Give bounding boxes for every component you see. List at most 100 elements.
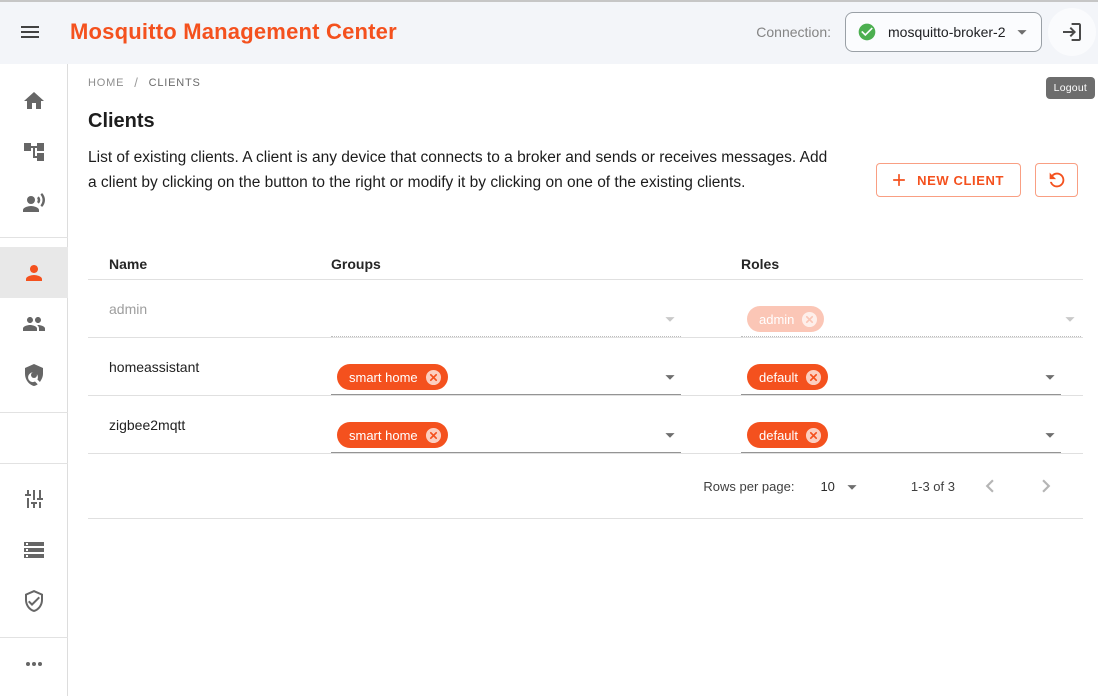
chip-delete-icon[interactable]: [424, 426, 443, 445]
roles-select[interactable]: default: [741, 407, 1061, 453]
rows-per-page-select[interactable]: 10: [820, 474, 862, 498]
chevron-down-icon: [1039, 366, 1061, 388]
person-icon: [22, 261, 46, 285]
roles-select[interactable]: default: [741, 349, 1061, 395]
chevron-down-icon: [841, 476, 863, 498]
chip-smart-home[interactable]: smart home: [337, 422, 448, 448]
breadcrumb-separator: /: [134, 75, 138, 90]
chevron-down-icon: [1039, 424, 1061, 446]
column-header-name: Name: [88, 256, 331, 272]
table-header-row: Name Groups Roles: [88, 249, 1083, 280]
chip-delete-icon[interactable]: [424, 368, 443, 387]
chevron-down-icon: [1059, 308, 1081, 330]
group-chips: smart home: [331, 364, 448, 390]
clients-table: Name Groups Roles admin admin homeass: [88, 249, 1083, 519]
refresh-button[interactable]: [1035, 163, 1078, 197]
client-name: homeassistant: [109, 359, 199, 375]
role-chips: default: [741, 364, 828, 390]
page-title: Clients: [88, 110, 1083, 133]
chevron-down-icon: [659, 308, 681, 330]
sidebar-item-topology[interactable]: [0, 126, 68, 177]
chip-delete-icon: [800, 310, 819, 329]
sidebar-item-clients[interactable]: [0, 247, 68, 298]
roles-select: admin: [741, 291, 1081, 337]
connection-label: Connection:: [756, 24, 831, 40]
sidebar-item-roles[interactable]: [0, 349, 68, 400]
main-content: HOME / CLIENTS Clients List of existing …: [68, 64, 1098, 696]
chip-default[interactable]: default: [747, 364, 828, 390]
chip-label: default: [759, 428, 798, 443]
table-body: admin admin homeassistant smart home: [88, 280, 1083, 454]
topology-icon: [22, 140, 46, 164]
groups-select[interactable]: smart home: [331, 349, 681, 395]
sidebar: [0, 64, 68, 696]
home-icon: [22, 89, 46, 113]
chevron-right-icon: [1033, 473, 1059, 499]
sidebar-item-groups[interactable]: [0, 298, 68, 349]
breadcrumb: HOME / CLIENTS: [88, 75, 1083, 90]
chip-label: default: [759, 370, 798, 385]
chevron-left-icon: [977, 473, 1003, 499]
new-client-button[interactable]: NEW CLIENT: [876, 163, 1021, 197]
chip-smart-home[interactable]: smart home: [337, 364, 448, 390]
column-header-groups: Groups: [331, 256, 741, 272]
plus-icon: [889, 170, 909, 190]
sidebar-item-more[interactable]: [0, 638, 68, 689]
connection-value: mosquitto-broker-2: [888, 24, 1011, 40]
hamburger-icon: [18, 20, 42, 44]
connection-status-icon: [857, 22, 877, 42]
chip-label: admin: [759, 312, 794, 327]
sidebar-item-security[interactable]: [0, 575, 68, 626]
menu-button[interactable]: [10, 12, 50, 52]
role-chips: admin: [741, 306, 824, 332]
client-name: zigbee2mqtt: [109, 417, 185, 433]
verified-shield-icon: [22, 589, 46, 613]
chip-label: smart home: [349, 370, 418, 385]
sidebar-item-home[interactable]: [0, 75, 68, 126]
connection-select[interactable]: mosquitto-broker-2: [845, 12, 1042, 52]
breadcrumb-current: CLIENTS: [149, 77, 201, 89]
pagination-bar: Rows per page: 10 1-3 of 3: [88, 454, 1083, 519]
chevron-down-icon: [1011, 21, 1033, 43]
table-row[interactable]: homeassistant smart home default: [88, 338, 1083, 396]
table-row[interactable]: zigbee2mqtt smart home default: [88, 396, 1083, 454]
chip-delete-icon[interactable]: [804, 426, 823, 445]
logout-tooltip: Logout: [1046, 77, 1095, 99]
chip-default[interactable]: default: [747, 422, 828, 448]
client-name: admin: [109, 301, 147, 317]
app-bar: Mosquitto Management Center Connection: …: [0, 0, 1098, 64]
next-page-button[interactable]: [1033, 473, 1059, 499]
column-header-roles: Roles: [741, 256, 1083, 272]
more-ellipsis-icon: [22, 652, 46, 676]
chip-label: smart home: [349, 428, 418, 443]
logout-button[interactable]: [1048, 8, 1096, 56]
policy-shield-icon: [22, 363, 46, 387]
storage-list-icon: [22, 538, 46, 562]
group-chips: smart home: [331, 422, 448, 448]
new-client-button-label: NEW CLIENT: [917, 173, 1004, 188]
refresh-icon: [1046, 169, 1068, 191]
sidebar-item-connections[interactable]: [0, 177, 68, 228]
breadcrumb-home[interactable]: HOME: [88, 77, 124, 89]
groups-select: [331, 291, 681, 337]
chip-delete-icon[interactable]: [804, 368, 823, 387]
sidebar-item-streams[interactable]: [0, 524, 68, 575]
rows-per-page-label: Rows per page:: [703, 479, 794, 494]
chevron-down-icon: [659, 366, 681, 388]
people-icon: [22, 312, 46, 336]
groups-select[interactable]: smart home: [331, 407, 681, 453]
logout-icon: [1060, 20, 1084, 44]
role-chips: default: [741, 422, 828, 448]
page-description: List of existing clients. A client is an…: [88, 145, 833, 195]
chevron-down-icon: [659, 424, 681, 446]
rows-per-page-value: 10: [820, 479, 834, 494]
table-row[interactable]: admin admin: [88, 280, 1083, 338]
screen-top-edge: [0, 0, 1098, 2]
tune-sliders-icon: [22, 487, 46, 511]
sidebar-item-settings[interactable]: [0, 473, 68, 524]
pagination-range: 1-3 of 3: [911, 479, 955, 494]
chip-admin[interactable]: admin: [747, 306, 824, 332]
previous-page-button[interactable]: [977, 473, 1003, 499]
app-title: Mosquitto Management Center: [70, 19, 397, 45]
record-voice-over-icon: [22, 191, 46, 215]
